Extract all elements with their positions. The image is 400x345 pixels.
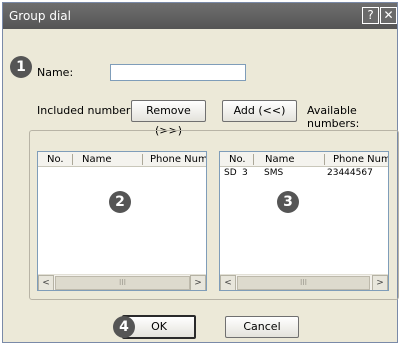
close-icon[interactable]: ✕ bbox=[380, 7, 397, 24]
available-list-hscrollbar[interactable]: < III > bbox=[220, 274, 388, 290]
row-phone: 23444567 bbox=[327, 168, 373, 178]
scroll-left-icon[interactable]: < bbox=[38, 275, 54, 290]
column-separator[interactable] bbox=[324, 154, 325, 165]
dialog-title: Group dial bbox=[9, 9, 71, 23]
row-number-prefix: SD bbox=[224, 168, 237, 178]
available-col-name[interactable]: Name bbox=[265, 153, 295, 166]
remove-button[interactable]: Remove (>>) bbox=[131, 100, 206, 137]
title-bar[interactable]: Group dial ? ✕ bbox=[3, 3, 397, 29]
row-name: SMS bbox=[264, 168, 284, 178]
callout-marker-3: 3 bbox=[277, 191, 299, 213]
column-separator[interactable] bbox=[142, 154, 143, 165]
column-separator[interactable] bbox=[253, 154, 254, 165]
included-col-phone[interactable]: Phone Numbe bbox=[150, 153, 206, 166]
name-label: Name: bbox=[37, 66, 74, 79]
included-list-hscrollbar[interactable]: < III > bbox=[38, 274, 206, 290]
cancel-button[interactable]: Cancel bbox=[225, 316, 299, 338]
available-numbers-label: Available numbers: bbox=[307, 104, 360, 130]
included-list-header: No. Name Phone Numbe bbox=[38, 152, 206, 167]
scroll-thumb[interactable]: III bbox=[55, 276, 190, 290]
column-separator[interactable] bbox=[72, 154, 73, 165]
included-numbers-label: Included numbers: bbox=[37, 104, 140, 117]
available-col-phone[interactable]: Phone Numb bbox=[333, 153, 388, 166]
callout-marker-2: 2 bbox=[109, 191, 131, 213]
help-button[interactable]: ? bbox=[362, 7, 379, 24]
available-col-no[interactable]: No. bbox=[229, 153, 246, 166]
callout-marker-4: 4 bbox=[113, 316, 135, 338]
name-input[interactable] bbox=[110, 64, 246, 81]
scroll-right-icon[interactable]: > bbox=[190, 275, 206, 290]
scroll-left-icon[interactable]: < bbox=[220, 275, 236, 290]
scroll-right-icon[interactable]: > bbox=[372, 275, 388, 290]
available-list-header: No. Name Phone Numb bbox=[220, 152, 388, 167]
included-col-no[interactable]: No. bbox=[47, 153, 64, 166]
available-numbers-list[interactable]: No. Name Phone Numb SD 3 SMS 23444567 < … bbox=[219, 151, 389, 291]
add-button[interactable]: Add (<<) bbox=[222, 100, 297, 122]
callout-marker-1: 1 bbox=[10, 56, 32, 78]
included-numbers-list[interactable]: No. Name Phone Numbe < III > bbox=[37, 151, 207, 291]
included-col-name[interactable]: Name bbox=[82, 153, 112, 166]
group-dial-dialog: Group dial ? ✕ Name: Included numbers: R… bbox=[2, 2, 399, 343]
row-number: 3 bbox=[242, 168, 248, 178]
scroll-thumb[interactable]: III bbox=[237, 276, 370, 290]
